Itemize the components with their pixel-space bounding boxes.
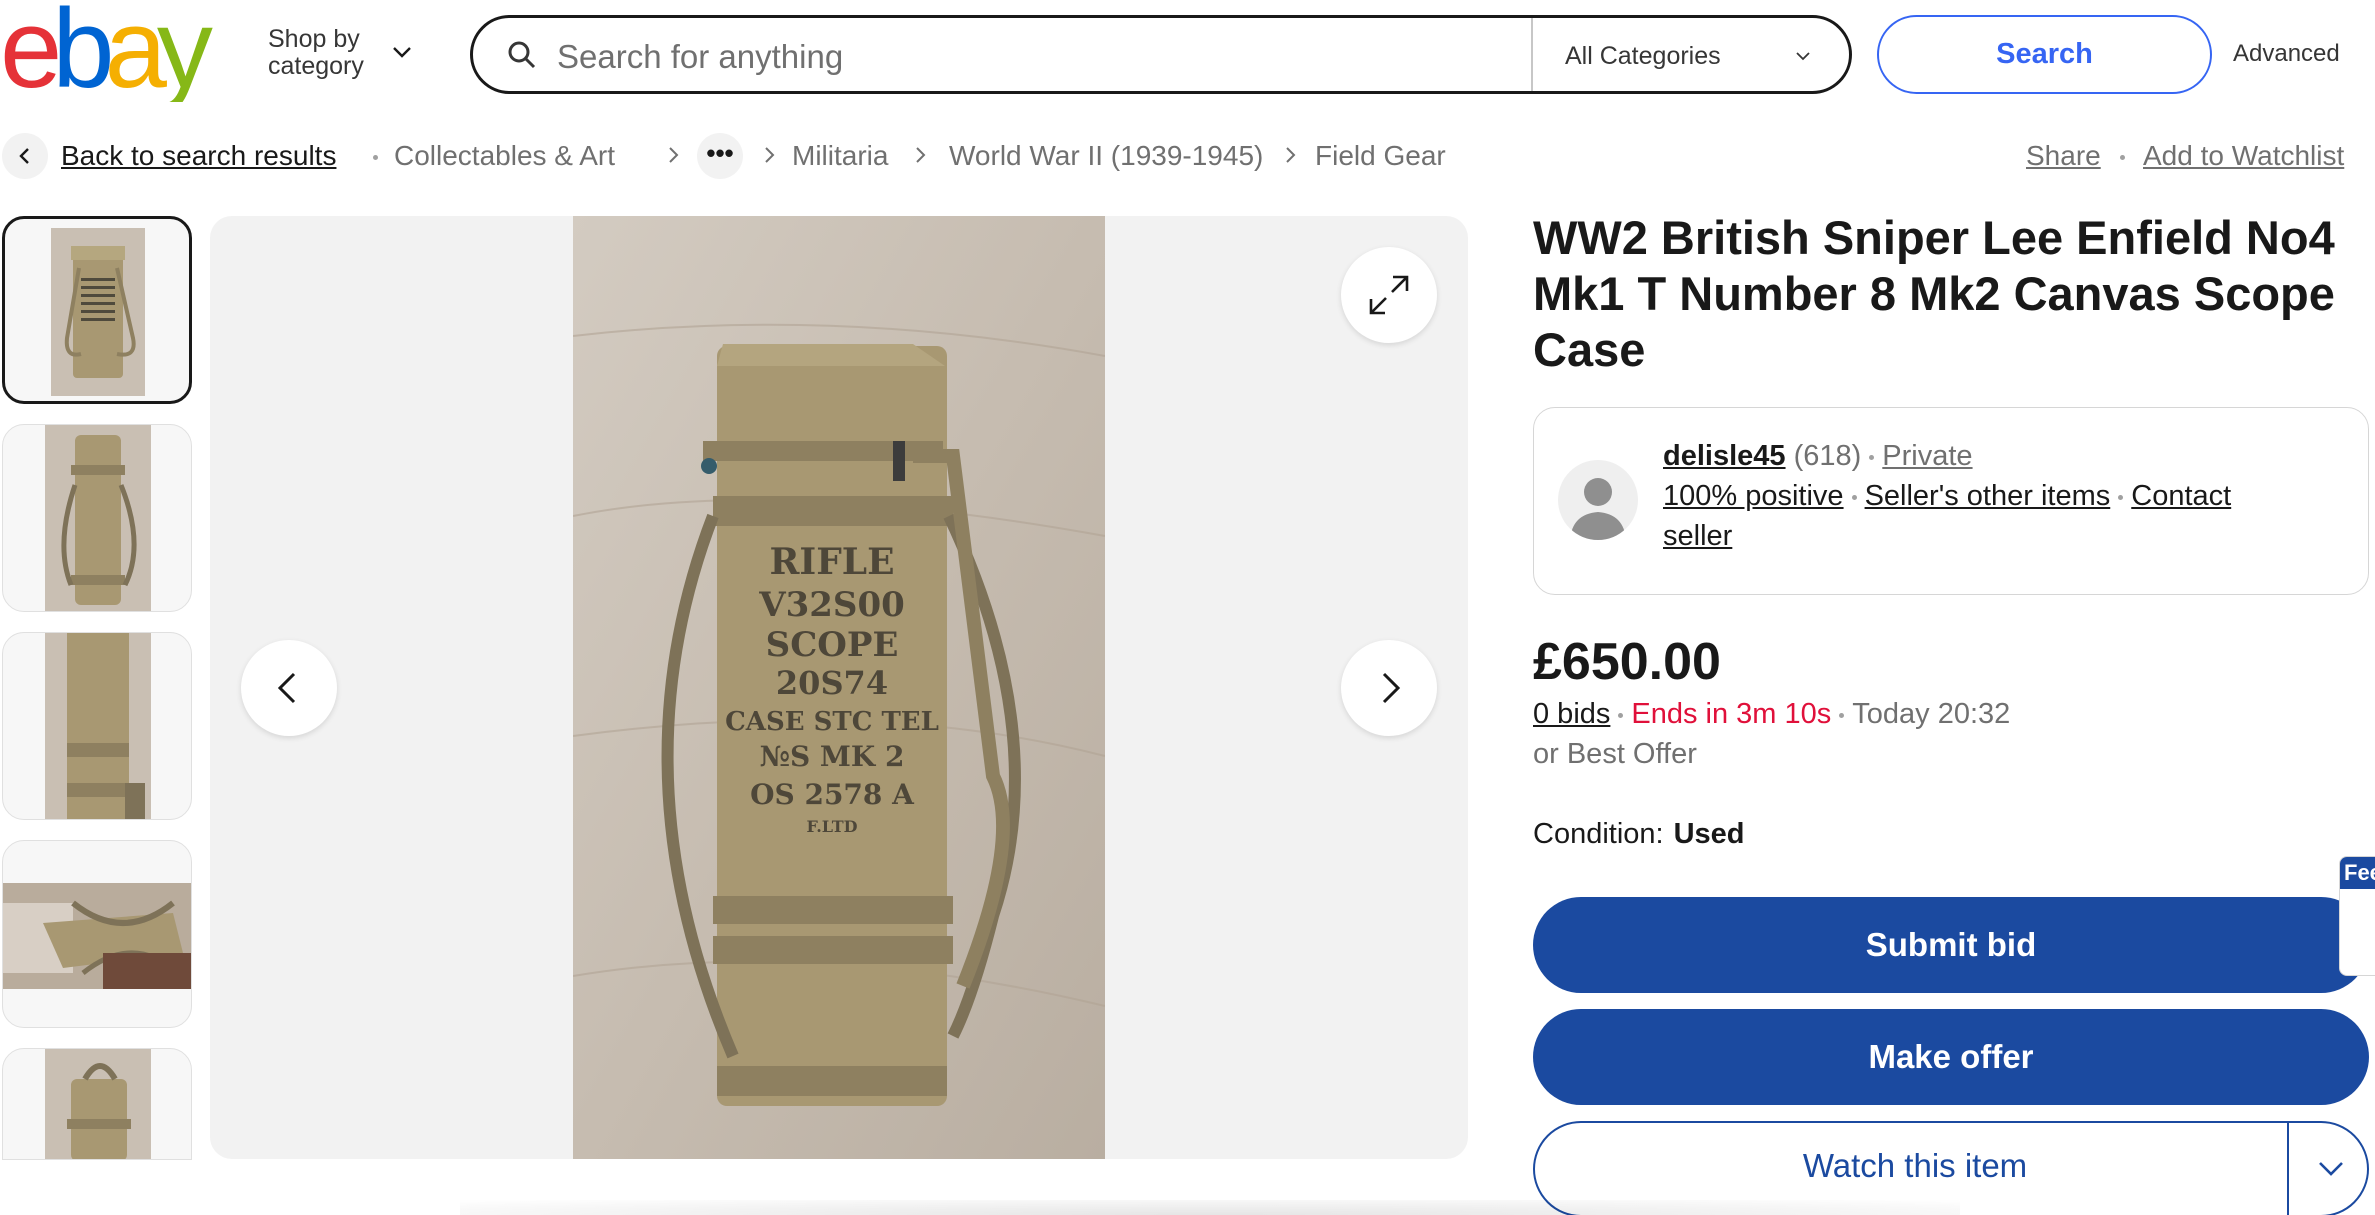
thumbnail-image: [51, 228, 145, 396]
fullscreen-button[interactable]: [1341, 247, 1437, 343]
price: £650.00: [1533, 633, 1721, 691]
chevron-down-icon[interactable]: [2317, 1159, 2345, 1179]
bids-count-link[interactable]: 0 bids: [1533, 698, 1610, 730]
advanced-search-link[interactable]: Advanced: [2233, 40, 2340, 68]
svg-text:ebay: ebay: [0, 2, 213, 102]
back-to-results-link[interactable]: Back to search results: [61, 140, 336, 172]
seller-info-line1: delisle45 (618) Private: [1663, 436, 1973, 476]
stencil-line-7: OS 2578 A: [750, 778, 915, 811]
chevron-right-icon: [1286, 147, 1296, 163]
make-offer-button[interactable]: Make offer: [1533, 1009, 2369, 1105]
separator-dot: [1839, 712, 1845, 718]
chevron-right-icon: [916, 147, 926, 163]
chevron-down-icon: [393, 47, 411, 58]
stencil-line-8: F.LTD: [806, 817, 857, 836]
stencil-line-1: RIFLE: [769, 541, 894, 583]
feedback-tab[interactable]: Fee: [2339, 856, 2375, 976]
chevron-right-icon: [669, 147, 679, 163]
submit-bid-button[interactable]: Submit bid: [1533, 897, 2369, 993]
end-time: Today 20:32: [1852, 698, 2011, 730]
thumbnail-1[interactable]: [2, 216, 192, 404]
stencil-line-5: CASE STC TEL: [725, 707, 939, 737]
chevron-right-icon: [1382, 672, 1401, 704]
thumbnail-image: [45, 1049, 151, 1159]
stencil-line-3: SCOPE: [766, 625, 899, 665]
contact-seller-link-line2[interactable]: seller: [1663, 516, 1732, 556]
thumbnail-image: [3, 883, 191, 989]
separator-dot: [1618, 712, 1624, 718]
chevron-right-icon: [765, 147, 775, 163]
breadcrumb-more[interactable]: •••: [697, 133, 743, 179]
search-input[interactable]: Search for anything: [557, 38, 843, 76]
category-select[interactable]: All Categories: [1565, 42, 1721, 71]
shop-by-line1: Shop by: [268, 25, 360, 53]
thumbnail-4[interactable]: [2, 840, 192, 1028]
watch-item-label: Watch this item: [1802, 1147, 2028, 1184]
seller-info-line2: 100% positive Seller's other items Contact: [1663, 476, 2231, 516]
seller-card: delisle45 (618) Private 100% positive Sell…: [1533, 407, 2369, 595]
shop-by-line2: category: [268, 52, 364, 80]
logo-letter-b: b: [52, 2, 110, 102]
chevron-left-icon: [277, 672, 296, 704]
condition-label: Condition:: [1533, 818, 1664, 850]
expand-icon: [1369, 275, 1409, 315]
previous-image-button[interactable]: [241, 640, 337, 736]
thumbnail-image: [45, 425, 151, 611]
time-remaining: Ends in 3m 10s: [1631, 698, 1832, 730]
breadcrumb-field-gear[interactable]: Field Gear: [1315, 140, 1446, 172]
shop-by-category[interactable]: Shop by category: [268, 25, 411, 80]
separator-dot: [2118, 494, 2124, 500]
thumbnail-2[interactable]: [2, 424, 192, 612]
search-bar: Search for anything All Categories: [470, 15, 1852, 94]
thumbnail-3[interactable]: [2, 632, 192, 820]
product-photo[interactable]: RIFLE V32S00 SCOPE 20S74 CASE STC TEL №S…: [573, 216, 1105, 1159]
positive-feedback-link[interactable]: 100% positive: [1663, 480, 1844, 512]
separator-dot: [1869, 454, 1875, 460]
logo-letter-y: y: [157, 2, 213, 102]
avatar-icon[interactable]: [1558, 460, 1638, 540]
contact-seller-link[interactable]: Contact: [2131, 480, 2231, 512]
seller-feedback-count: (618): [1793, 440, 1862, 472]
breadcrumb-dot: [373, 155, 378, 160]
stencil-line-6: №S MK 2: [760, 740, 905, 773]
stencil-line-2: V32S00: [758, 585, 905, 625]
share-link[interactable]: Share: [2026, 140, 2101, 172]
chevron-down-icon: [1796, 52, 1810, 61]
stencil-line-4: 20S74: [776, 664, 888, 702]
breadcrumb-collectables[interactable]: Collectables & Art: [394, 140, 615, 172]
seller-name-link[interactable]: delisle45: [1663, 440, 1786, 472]
thumbnail-image: [45, 633, 151, 819]
thumbnail-5[interactable]: [2, 1048, 192, 1160]
next-image-button[interactable]: [1341, 640, 1437, 736]
main-image-viewer: RIFLE V32S00 SCOPE 20S74 CASE STC TEL №S…: [210, 216, 1468, 1159]
separator-dot: [1851, 494, 1857, 500]
back-button[interactable]: [2, 133, 48, 179]
watch-split-divider: [2287, 1123, 2289, 1215]
logo-letter-e: e: [0, 2, 58, 102]
best-offer-note: or Best Offer: [1533, 738, 1697, 770]
listing-title: WW2 British Sniper Lee Enfield No4 Mk1 T…: [1533, 211, 2335, 376]
sticky-bar-shadow: [460, 1200, 1960, 1215]
add-to-watchlist-link[interactable]: Add to Watchlist: [2143, 140, 2344, 172]
condition-value: Used: [1673, 818, 1745, 850]
seller-type-link[interactable]: Private: [1882, 440, 1972, 472]
search-divider: [1531, 18, 1533, 91]
breadcrumb-dot: [2120, 155, 2125, 160]
search-icon: [508, 41, 536, 69]
ebay-logo[interactable]: ebay: [0, 0, 240, 111]
breadcrumb-ww2[interactable]: World War II (1939-1945): [949, 140, 1263, 172]
chevron-left-icon: [19, 148, 29, 164]
bid-status-line: 0 bids Ends in 3m 10s Today 20:32: [1533, 698, 2010, 731]
seller-other-items-link[interactable]: Seller's other items: [1865, 480, 2111, 512]
search-button[interactable]: Search: [1877, 15, 2212, 94]
condition: Condition: Used: [1533, 818, 1745, 851]
breadcrumb-militaria[interactable]: Militaria: [792, 140, 888, 172]
feedback-tab-label: Fee: [2340, 857, 2375, 889]
